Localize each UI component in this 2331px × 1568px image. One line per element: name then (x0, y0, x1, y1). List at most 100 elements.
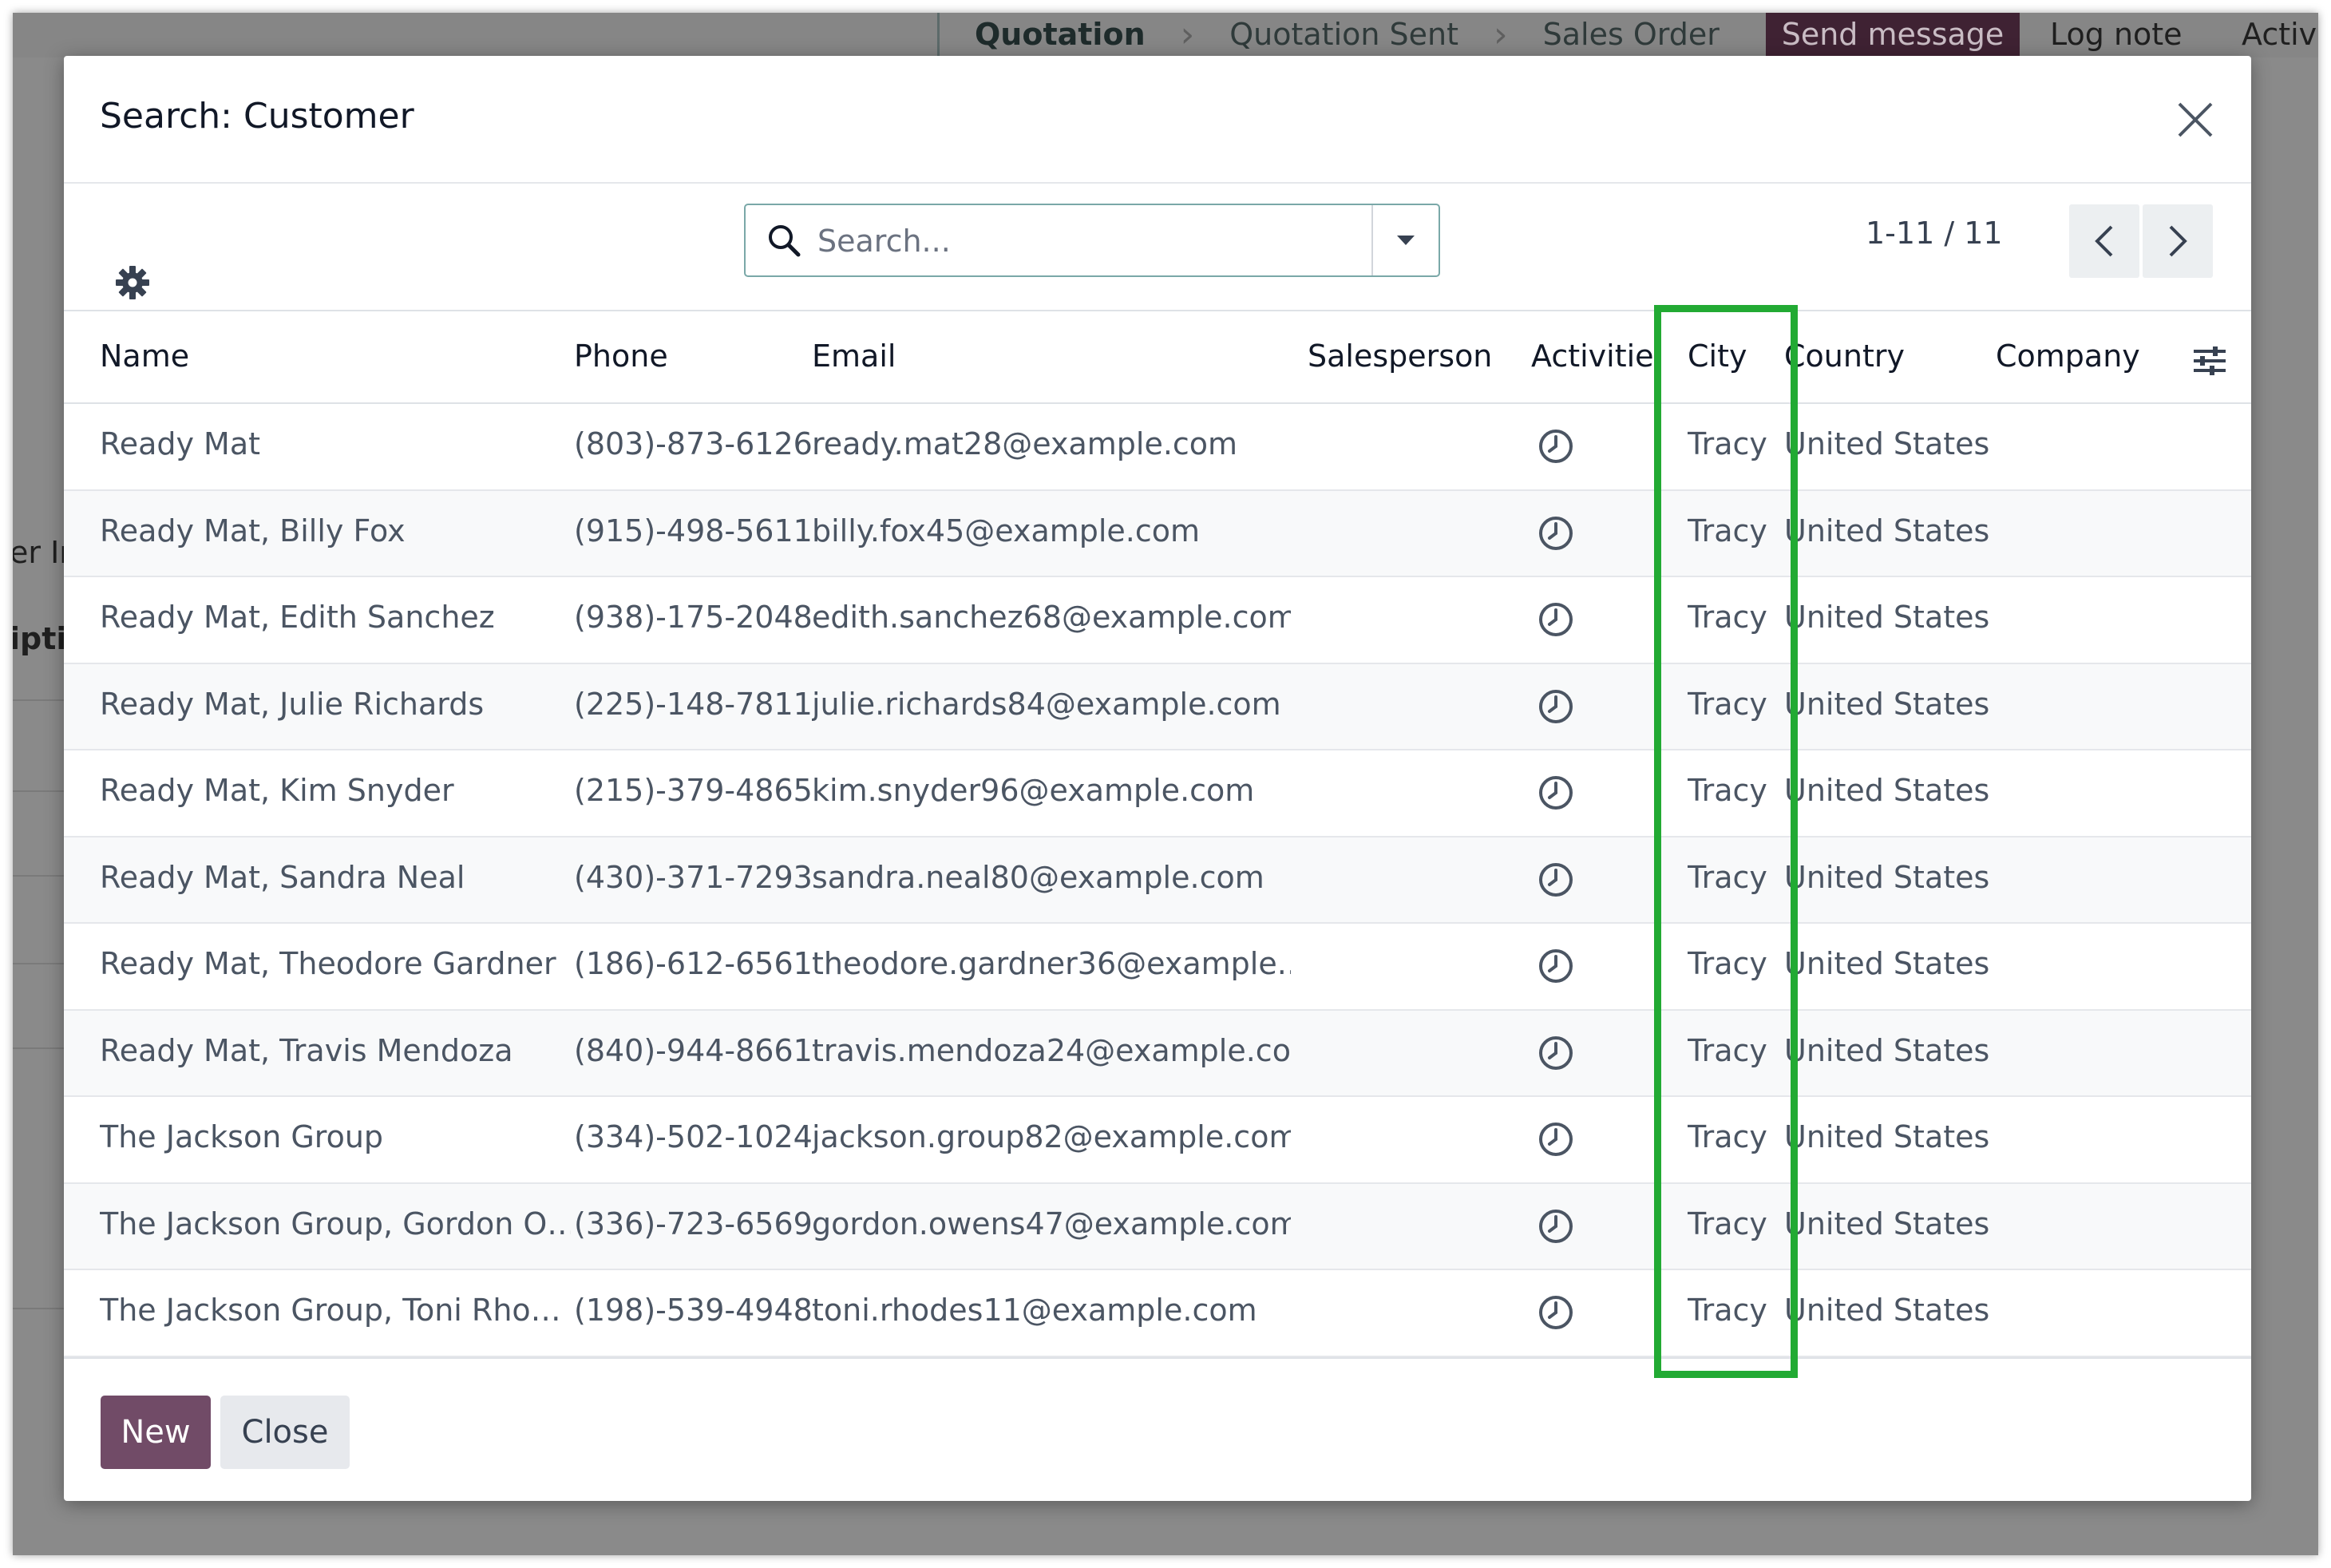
cell-email: kim.snyder96@example.com (812, 773, 1255, 808)
cell-city: Tracy (1688, 513, 1767, 548)
cell-phone: (915)-498-5611 (574, 513, 813, 548)
cell-country: United States (1784, 600, 1990, 635)
background-stage-bar: Quotation › Quotation Sent › Sales Order (937, 13, 1722, 56)
cell-country: United States (1784, 859, 1990, 895)
column-header-country[interactable]: Country (1784, 339, 1944, 374)
clock-icon[interactable] (1538, 601, 1574, 638)
chevron-right-icon (2169, 225, 2187, 257)
table-header: Name Phone Email Salesperson Activities … (64, 315, 2251, 404)
activities-button: Activi (2242, 17, 2318, 52)
table-row[interactable]: Ready Mat, Sandra Neal (430)-371-7293 sa… (64, 837, 2251, 924)
table-row[interactable]: Ready Mat (803)-873-6126 ready.mat28@exa… (64, 404, 2251, 491)
gear-icon[interactable] (113, 263, 152, 302)
stage-quotation: Quotation (975, 17, 1146, 52)
cell-city: Tracy (1688, 1032, 1767, 1068)
stage-chevron-icon: › (1494, 14, 1508, 55)
cell-country: United States (1784, 773, 1990, 808)
cell-city: Tracy (1688, 686, 1767, 722)
column-header-activities[interactable]: Activities (1531, 339, 1657, 374)
close-icon[interactable] (2171, 96, 2219, 144)
pager-next-button[interactable] (2143, 204, 2213, 278)
cell-city: Tracy (1688, 859, 1767, 895)
table-body: Ready Mat (803)-873-6126 ready.mat28@exa… (64, 404, 2251, 1357)
clock-icon[interactable] (1538, 688, 1574, 725)
cell-country: United States (1784, 686, 1990, 722)
cell-name: The Jackson Group (100, 1119, 384, 1154)
pager-previous-button[interactable] (2069, 204, 2139, 278)
cell-country: United States (1784, 426, 1990, 461)
cell-country: United States (1784, 1032, 1990, 1068)
search-icon (769, 225, 801, 257)
cell-email: toni.rhodes11@example.com (812, 1293, 1257, 1328)
search-options-toggle[interactable] (1371, 205, 1439, 275)
cell-country: United States (1784, 1293, 1990, 1328)
clock-icon[interactable] (1538, 428, 1574, 465)
table-row[interactable]: The Jackson Group (334)-502-1024 jackson… (64, 1097, 2251, 1184)
column-settings-icon[interactable] (2192, 343, 2227, 378)
cell-country: United States (1784, 1206, 1990, 1241)
background-divider (13, 875, 64, 877)
clock-icon[interactable] (1538, 774, 1574, 811)
table-row[interactable]: Ready Mat, Kim Snyder (215)-379-4865 kim… (64, 750, 2251, 837)
new-button[interactable]: New (101, 1396, 211, 1469)
clock-icon[interactable] (1538, 861, 1574, 898)
log-note-button: Log note (2050, 17, 2183, 52)
cell-name: Ready Mat, Billy Fox (100, 513, 406, 548)
column-header-phone[interactable]: Phone (574, 339, 668, 374)
table-row[interactable]: Ready Mat, Julie Richards (225)-148-7811… (64, 663, 2251, 750)
cell-name: Ready Mat, Travis Mendoza (100, 1032, 513, 1068)
cell-phone: (803)-873-6126 (574, 426, 813, 461)
send-message-button: Send message (1766, 13, 2020, 56)
close-button[interactable]: Close (220, 1396, 350, 1469)
search-input[interactable] (816, 212, 1362, 271)
cell-city: Tracy (1688, 773, 1767, 808)
table-row[interactable]: Ready Mat, Edith Sanchez (938)-175-2048 … (64, 577, 2251, 664)
cell-phone: (336)-723-6569 (574, 1206, 813, 1241)
clock-icon[interactable] (1538, 515, 1574, 552)
cell-email: gordon.owens47@example.com (812, 1206, 1291, 1241)
background-divider (13, 699, 64, 701)
clock-icon[interactable] (1538, 948, 1574, 984)
cell-phone: (225)-148-7811 (574, 686, 813, 722)
cell-phone: (198)-539-4948 (574, 1293, 813, 1328)
column-header-email[interactable]: Email (812, 339, 896, 374)
background-divider (13, 963, 64, 964)
column-header-salesperson[interactable]: Salesperson (1308, 339, 1492, 374)
column-header-name[interactable]: Name (100, 339, 189, 374)
table-row[interactable]: The Jackson Group, Toni Rho… (198)-539-4… (64, 1270, 2251, 1357)
cell-country: United States (1784, 946, 1990, 981)
cell-email: theodore.gardner36@example.… (812, 946, 1291, 981)
cell-city: Tracy (1688, 600, 1767, 635)
table-row[interactable]: Ready Mat, Theodore Gardner (186)-612-65… (64, 924, 2251, 1011)
cell-email: julie.richards84@example.com (812, 686, 1281, 722)
cell-city: Tracy (1688, 1206, 1767, 1241)
cell-name: Ready Mat, Edith Sanchez (100, 600, 495, 635)
table-row[interactable]: The Jackson Group, Gordon O… (336)-723-6… (64, 1183, 2251, 1270)
clock-icon[interactable] (1538, 1121, 1574, 1158)
chevron-left-icon (2095, 225, 2113, 257)
dialog-footer (64, 1357, 2251, 1501)
cell-email: edith.sanchez68@example.com (812, 600, 1291, 635)
background-divider (13, 1308, 64, 1309)
cell-country: United States (1784, 513, 1990, 548)
cell-name: The Jackson Group, Toni Rho… (100, 1293, 561, 1328)
stage-chevron-icon: › (1180, 14, 1195, 55)
clock-icon[interactable] (1538, 1294, 1574, 1331)
cell-name: Ready Mat, Julie Richards (100, 686, 485, 722)
cell-email: ready.mat28@example.com (812, 426, 1238, 461)
cell-city: Tracy (1688, 1293, 1767, 1328)
table-row[interactable]: Ready Mat, Travis Mendoza (840)-944-8661… (64, 1010, 2251, 1097)
table-row[interactable]: Ready Mat, Billy Fox (915)-498-5611 bill… (64, 490, 2251, 577)
cell-name: Ready Mat, Kim Snyder (100, 773, 454, 808)
search-bar (744, 204, 1440, 277)
clock-icon[interactable] (1538, 1035, 1574, 1071)
caret-down-icon (1397, 236, 1415, 245)
stage-sales-order: Sales Order (1542, 17, 1720, 52)
cell-phone: (186)-612-6561 (574, 946, 813, 981)
clock-icon[interactable] (1538, 1208, 1574, 1245)
pager-value[interactable]: 1-11 / 11 (1866, 216, 2003, 251)
cell-name: Ready Mat, Sandra Neal (100, 859, 465, 895)
column-header-company[interactable]: Company (1996, 339, 2140, 374)
cell-email: billy.fox45@example.com (812, 513, 1201, 548)
column-header-city[interactable]: City (1688, 339, 1747, 374)
